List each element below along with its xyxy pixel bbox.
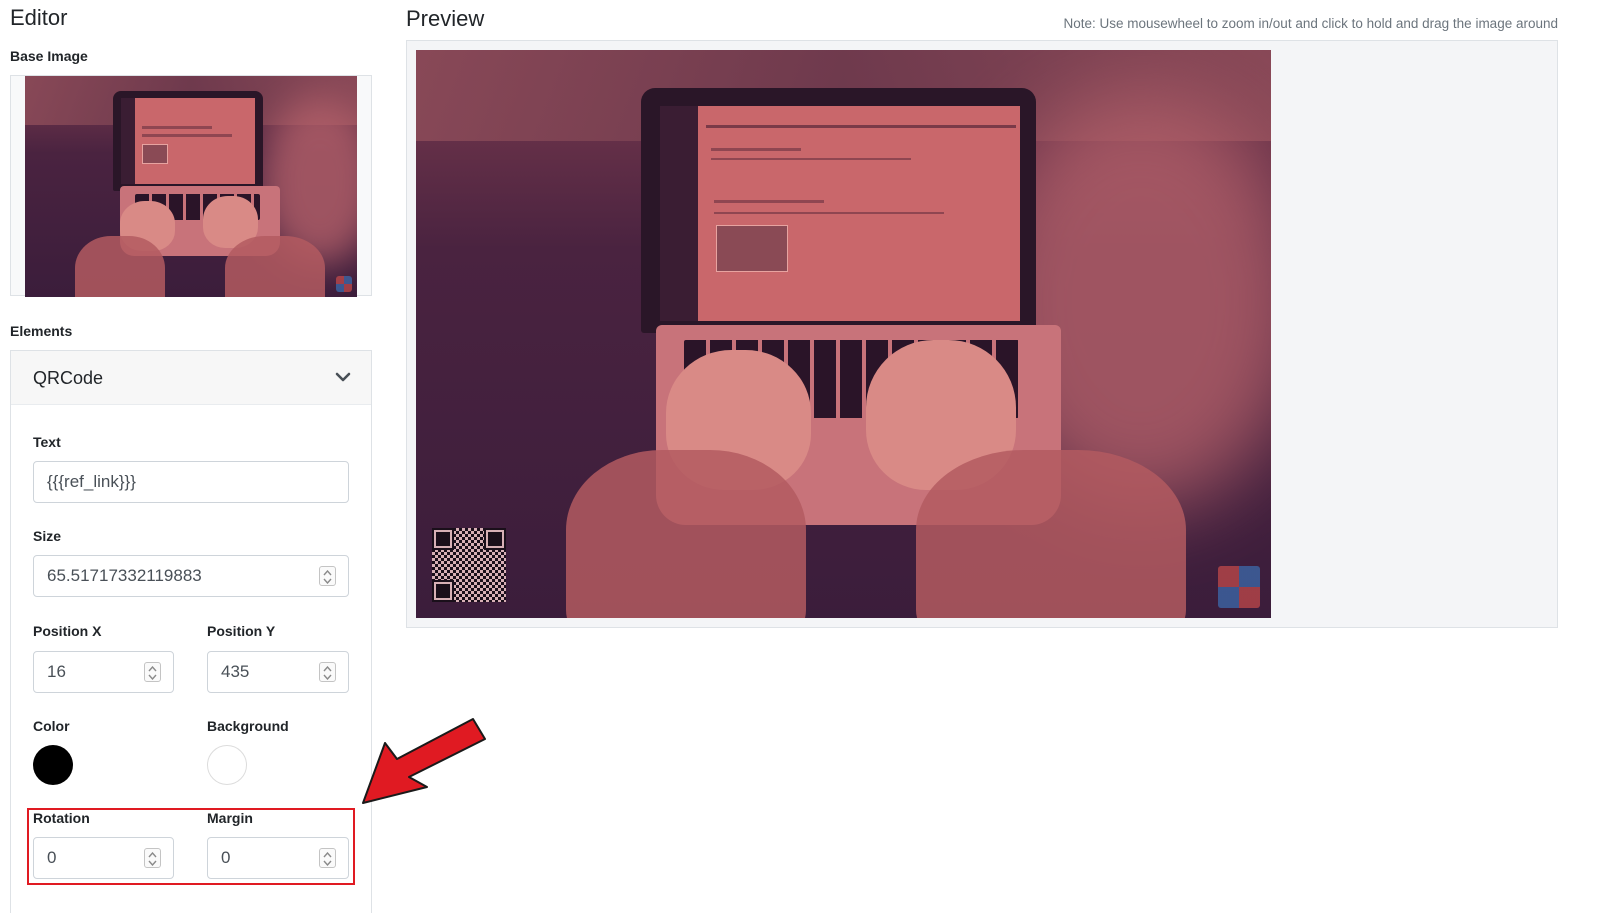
elements-label: Elements bbox=[10, 323, 73, 339]
position-x-spinner-icon[interactable] bbox=[144, 662, 161, 682]
size-input[interactable]: 65.51717332119883 bbox=[33, 555, 349, 597]
text-label: Text bbox=[33, 434, 61, 450]
preview-image[interactable] bbox=[416, 50, 1271, 618]
red-arrow-annotation bbox=[362, 718, 486, 804]
background-label: Background bbox=[207, 718, 289, 734]
rotation-value: 0 bbox=[47, 848, 57, 867]
puzzle-logo-icon bbox=[1218, 566, 1260, 608]
qrcode-panel-header[interactable]: QRCode bbox=[11, 351, 371, 405]
position-y-input[interactable]: 435 bbox=[207, 651, 349, 693]
text-input[interactable]: {{{ref_link}}} bbox=[33, 461, 349, 503]
base-image bbox=[25, 76, 357, 297]
qr-code-icon[interactable] bbox=[432, 528, 506, 602]
preview-title: Preview bbox=[406, 6, 485, 31]
editor-title: Editor bbox=[10, 5, 68, 30]
base-image-thumbnail[interactable] bbox=[10, 75, 372, 297]
position-y-label: Position Y bbox=[207, 623, 276, 639]
position-x-input[interactable]: 16 bbox=[33, 651, 174, 693]
size-input-value: 65.51717332119883 bbox=[47, 566, 202, 585]
rotation-label: Rotation bbox=[33, 810, 90, 826]
base-image-label: Base Image bbox=[10, 48, 88, 64]
text-input-value: {{{ref_link}}} bbox=[47, 472, 136, 491]
rotation-input[interactable]: 0 bbox=[33, 837, 174, 879]
color-label: Color bbox=[33, 718, 70, 734]
size-spinner-icon[interactable] bbox=[319, 566, 336, 586]
position-y-value: 435 bbox=[221, 662, 250, 681]
rotation-spinner-icon[interactable] bbox=[144, 848, 161, 868]
margin-spinner-icon[interactable] bbox=[319, 848, 336, 868]
margin-label: Margin bbox=[207, 810, 253, 826]
margin-input[interactable]: 0 bbox=[207, 837, 349, 879]
margin-value: 0 bbox=[221, 848, 231, 867]
background-swatch[interactable] bbox=[207, 745, 247, 785]
chevron-down-icon[interactable] bbox=[335, 371, 351, 383]
size-label: Size bbox=[33, 528, 62, 544]
color-swatch[interactable] bbox=[33, 745, 73, 785]
element-name: QRCode bbox=[33, 368, 104, 388]
position-y-spinner-icon[interactable] bbox=[319, 662, 336, 682]
position-x-label: Position X bbox=[33, 623, 102, 639]
preview-canvas[interactable] bbox=[406, 40, 1558, 628]
preview-note: Note: Use mousewheel to zoom in/out and … bbox=[1063, 16, 1558, 31]
position-x-value: 16 bbox=[47, 662, 66, 681]
